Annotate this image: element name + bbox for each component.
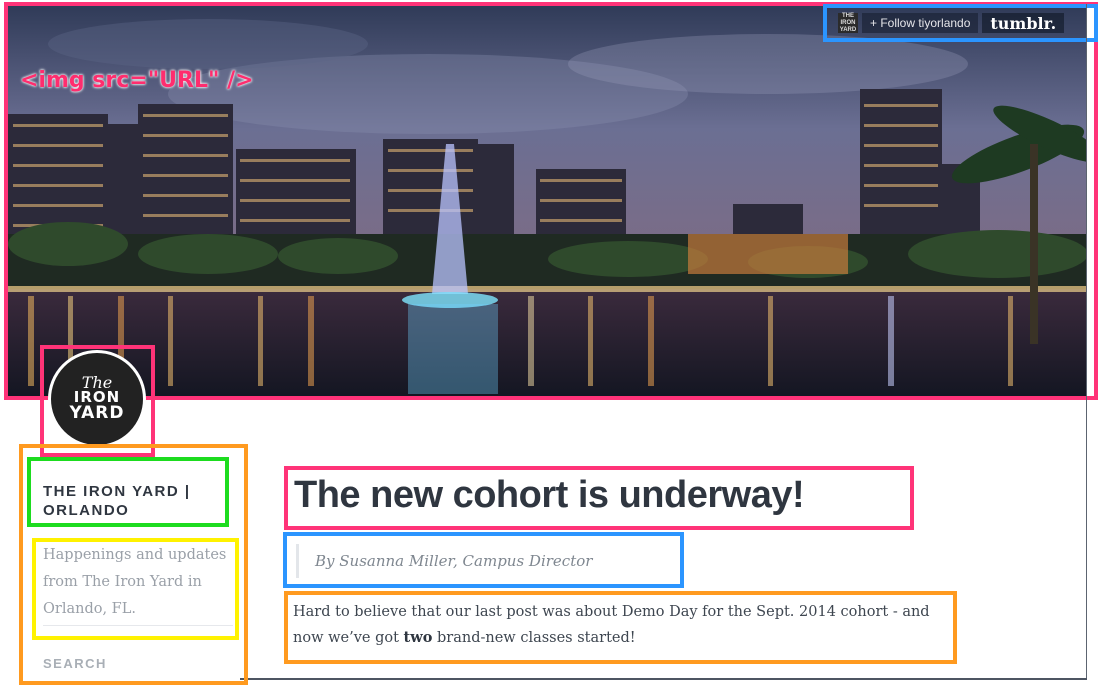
post-body-emphasis: two <box>403 629 433 646</box>
tumblr-controls: THE IRON YARD + Follow tiyorlando tumblr… <box>838 12 1065 34</box>
tumblr-logo-text: tumblr. <box>990 13 1057 33</box>
image-placeholder-annotation: <img src="URL" /> <box>20 68 254 93</box>
search-label[interactable]: SEARCH <box>43 656 107 671</box>
header-image: <img src="URL" /> THE IRON YARD + Follow… <box>8 4 1086 396</box>
blog-avatar[interactable]: THE IRON YARD <box>838 13 858 33</box>
follow-button[interactable]: + Follow tiyorlando <box>862 13 979 33</box>
tumblr-logo-link[interactable]: tumblr. <box>982 13 1065 33</box>
site-logo[interactable]: The IRON YARD <box>48 350 146 448</box>
city-skyline-illustration <box>8 4 1086 396</box>
follow-label: + Follow tiyorlando <box>870 16 971 30</box>
post-body: Hard to believe that our last post was a… <box>293 599 953 651</box>
page-edge-bottom <box>240 678 1087 680</box>
site-description: Happenings and updates from The Iron Yar… <box>43 547 227 617</box>
page-edge-right <box>1086 4 1087 680</box>
sidebar-divider <box>43 625 233 626</box>
site-title[interactable]: THE IRON YARD | ORLANDO <box>43 482 221 520</box>
blog-avatar-text: THE IRON YARD <box>839 12 857 33</box>
logo-line-3: YARD <box>69 403 125 423</box>
post-byline: By Susanna Miller, Campus Director <box>296 544 592 578</box>
post-title[interactable]: The new cohort is underway! <box>294 471 805 519</box>
post-body-text-2: brand-new classes started! <box>432 630 636 646</box>
